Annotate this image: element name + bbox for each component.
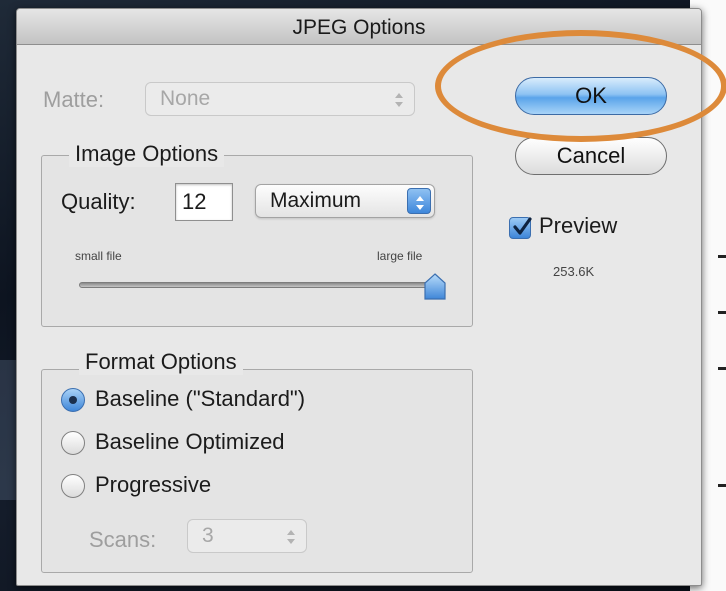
matte-select[interactable]: None <box>145 82 415 116</box>
cancel-button[interactable]: Cancel <box>515 137 667 175</box>
popup-arrows-icon <box>387 86 411 112</box>
popup-arrows-icon <box>279 523 303 549</box>
highlight-ring <box>435 30 726 142</box>
preview-label[interactable]: Preview <box>539 213 617 239</box>
radio-dot-icon <box>69 396 77 404</box>
quality-preset-value: Maximum <box>270 189 362 212</box>
scans-label: Scans: <box>89 527 157 552</box>
baseline-optimized-radio[interactable] <box>61 431 85 455</box>
scans-value: 3 <box>202 524 214 547</box>
large-file-label: large file <box>377 249 423 263</box>
progressive-label[interactable]: Progressive <box>95 472 211 498</box>
quality-field[interactable]: 12 <box>175 183 233 221</box>
background-tick <box>718 367 726 370</box>
scans-select[interactable]: 3 <box>187 519 307 553</box>
baseline-standard-label[interactable]: Baseline ("Standard") <box>95 386 305 412</box>
image-options-group <box>41 155 473 327</box>
matte-label: Matte: <box>43 87 105 112</box>
quality-label: Quality: <box>61 189 136 214</box>
slider-thumb-icon[interactable] <box>423 273 447 306</box>
progressive-radio[interactable] <box>61 474 85 498</box>
matte-value: None <box>160 87 211 110</box>
quality-slider[interactable] <box>79 282 433 288</box>
file-size-readout: 253.6K <box>553 264 595 279</box>
format-options-title: Format Options <box>79 349 243 375</box>
image-options-title: Image Options <box>69 141 225 167</box>
background-streak <box>0 360 16 500</box>
baseline-optimized-label[interactable]: Baseline Optimized <box>95 429 285 455</box>
baseline-standard-radio[interactable] <box>61 388 85 412</box>
background-tick <box>718 484 726 487</box>
background-tick <box>718 311 726 314</box>
background-tick <box>718 255 726 258</box>
quality-preset-select[interactable]: Maximum <box>255 184 435 218</box>
preview-checkbox[interactable] <box>509 217 532 239</box>
checkmark-icon <box>513 217 532 235</box>
small-file-label: small file <box>75 249 122 263</box>
popup-arrows-icon <box>407 188 431 214</box>
